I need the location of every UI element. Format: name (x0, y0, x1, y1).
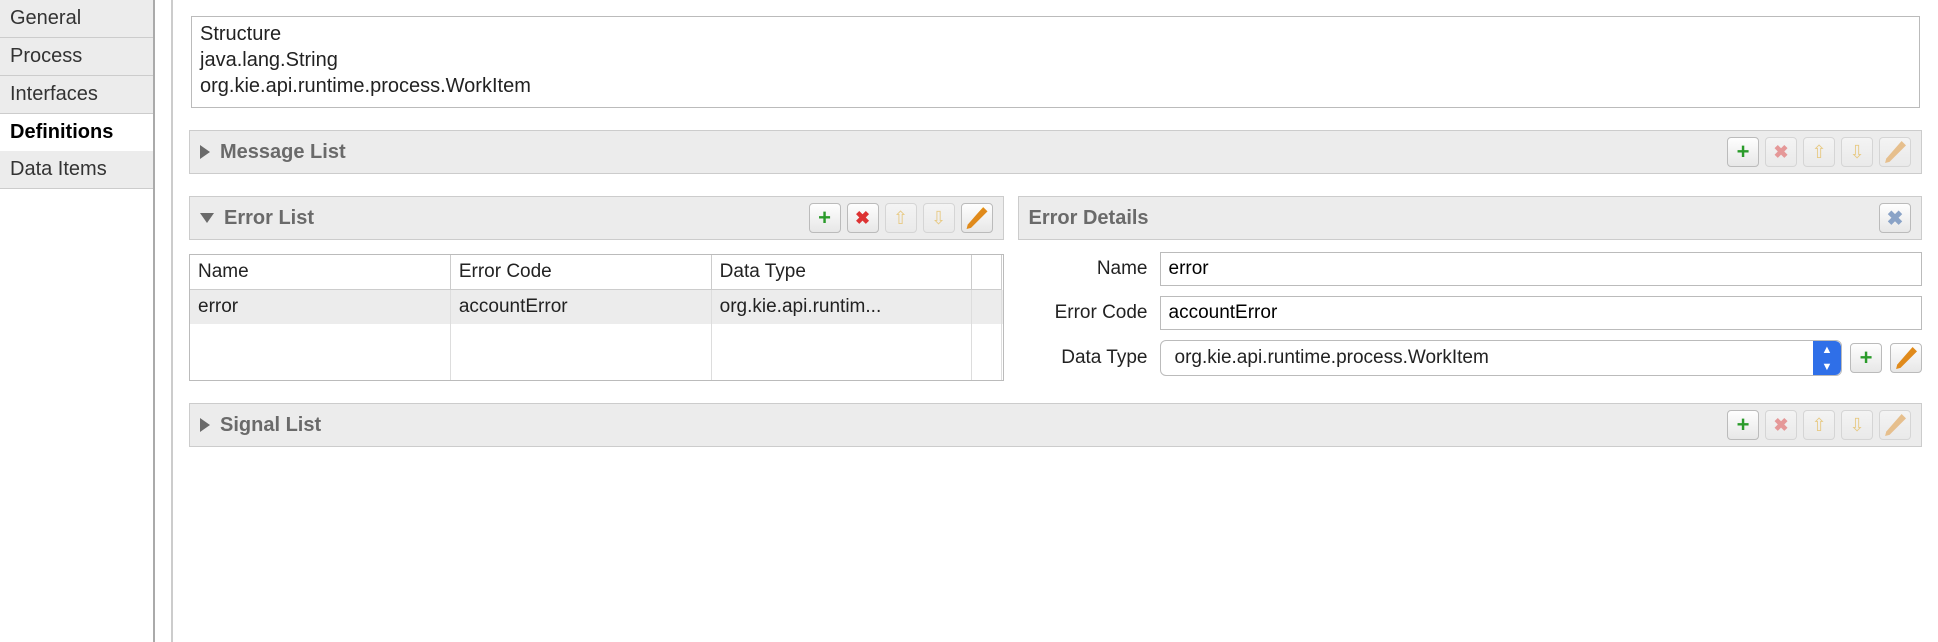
delete-button[interactable]: ✖ (847, 203, 879, 233)
chevron-up-icon: ▲ (1813, 341, 1841, 358)
cell-spacer (972, 290, 1002, 324)
pencil-icon (1895, 347, 1917, 369)
add-button[interactable]: + (1727, 410, 1759, 440)
arrow-down-icon (1849, 142, 1864, 163)
message-list-title: Message List (220, 141, 1717, 164)
signal-list-title: Signal List (220, 414, 1717, 437)
column-header-name[interactable]: Name (190, 255, 451, 290)
edit-button[interactable] (1879, 137, 1911, 167)
arrow-up-icon (893, 208, 908, 229)
arrow-down-icon (1849, 415, 1864, 436)
table-empty-area (190, 324, 1003, 380)
arrow-down-icon (931, 208, 946, 229)
move-up-button[interactable] (1803, 410, 1835, 440)
close-icon: ✖ (1887, 206, 1904, 231)
add-button[interactable]: + (1727, 137, 1759, 167)
error-details-form: Name Error Code Data Type org.kie.api.ru… (1018, 252, 1923, 376)
column-header-spacer (972, 255, 1002, 290)
column-header-error-code[interactable]: Error Code (451, 255, 712, 290)
sidebar-tab-definitions[interactable]: Definitions (0, 114, 153, 151)
structure-item[interactable]: Structure (200, 21, 1911, 47)
sidebar: General Process Interfaces Definitions D… (0, 0, 155, 642)
cell-name: error (190, 290, 451, 324)
add-button[interactable]: + (809, 203, 841, 233)
error-list-toolbar: + ✖ (809, 203, 993, 233)
pencil-icon (1884, 141, 1906, 163)
delete-button[interactable]: ✖ (1765, 410, 1797, 440)
plus-icon: + (1860, 345, 1873, 371)
structure-item[interactable]: org.kie.api.runtime.process.WorkItem (200, 73, 1911, 99)
error-details-panel: Error Details ✖ Name Error Code Data Typ… (1018, 196, 1923, 376)
sidebar-tab-process[interactable]: Process (0, 38, 153, 76)
delete-button[interactable]: ✖ (1765, 137, 1797, 167)
plus-icon: + (1737, 412, 1750, 438)
error-list-title: Error List (224, 207, 799, 230)
close-button[interactable]: ✖ (1879, 203, 1911, 233)
plus-icon: + (818, 205, 831, 231)
expand-icon[interactable] (200, 145, 210, 159)
data-type-selected-value: org.kie.api.runtime.process.WorkItem (1175, 347, 1489, 369)
structure-item[interactable]: java.lang.String (200, 47, 1911, 73)
column-header-data-type[interactable]: Data Type (712, 255, 973, 290)
cell-data-type: org.kie.api.runtim... (712, 290, 973, 324)
error-list-table: Name Error Code Data Type error accountE… (189, 254, 1004, 381)
pencil-icon (1884, 414, 1906, 436)
message-list-toolbar: + ✖ (1727, 137, 1911, 167)
structure-list-box[interactable]: Structure java.lang.String org.kie.api.r… (191, 16, 1920, 108)
signal-list-section: Signal List + ✖ (189, 403, 1922, 447)
name-label: Name (1018, 258, 1148, 280)
data-type-label: Data Type (1018, 347, 1148, 369)
error-list-panel: Error List + ✖ Name Error Code Data Type (189, 196, 1004, 381)
plus-icon: + (1737, 139, 1750, 165)
move-down-button[interactable] (1841, 410, 1873, 440)
arrow-up-icon (1811, 142, 1826, 163)
chevron-down-icon: ▼ (1813, 358, 1841, 375)
arrow-up-icon (1811, 415, 1826, 436)
sidebar-tab-general[interactable]: General (0, 0, 153, 38)
cross-icon: ✖ (855, 208, 870, 229)
cross-icon: ✖ (1773, 415, 1788, 436)
pencil-icon (966, 207, 988, 229)
error-code-field[interactable] (1160, 296, 1923, 330)
sidebar-tab-interfaces[interactable]: Interfaces (0, 76, 153, 114)
error-list-header: Error List + ✖ (189, 196, 1004, 240)
move-down-button[interactable] (923, 203, 955, 233)
name-field[interactable] (1160, 252, 1923, 286)
error-details-title: Error Details (1029, 207, 1880, 230)
sidebar-tab-data-items[interactable]: Data Items (0, 151, 153, 189)
select-stepper[interactable]: ▲ ▼ (1813, 341, 1841, 375)
expand-icon[interactable] (200, 418, 210, 432)
message-list-section: Message List + ✖ (189, 130, 1922, 174)
signal-list-toolbar: + ✖ (1727, 410, 1911, 440)
collapse-icon[interactable] (200, 213, 214, 223)
cross-icon: ✖ (1773, 142, 1788, 163)
edit-button[interactable] (1879, 410, 1911, 440)
edit-button[interactable] (961, 203, 993, 233)
add-data-type-button[interactable]: + (1850, 343, 1882, 373)
cell-error-code: accountError (451, 290, 712, 324)
main-panel: Structure java.lang.String org.kie.api.r… (171, 0, 1938, 642)
move-down-button[interactable] (1841, 137, 1873, 167)
table-row[interactable]: error accountError org.kie.api.runtim... (190, 290, 1003, 324)
error-code-label: Error Code (1018, 302, 1148, 324)
move-up-button[interactable] (1803, 137, 1835, 167)
move-up-button[interactable] (885, 203, 917, 233)
error-details-header: Error Details ✖ (1018, 196, 1923, 240)
edit-data-type-button[interactable] (1890, 343, 1922, 373)
data-type-select[interactable]: org.kie.api.runtime.process.WorkItem ▲ ▼ (1160, 340, 1843, 376)
